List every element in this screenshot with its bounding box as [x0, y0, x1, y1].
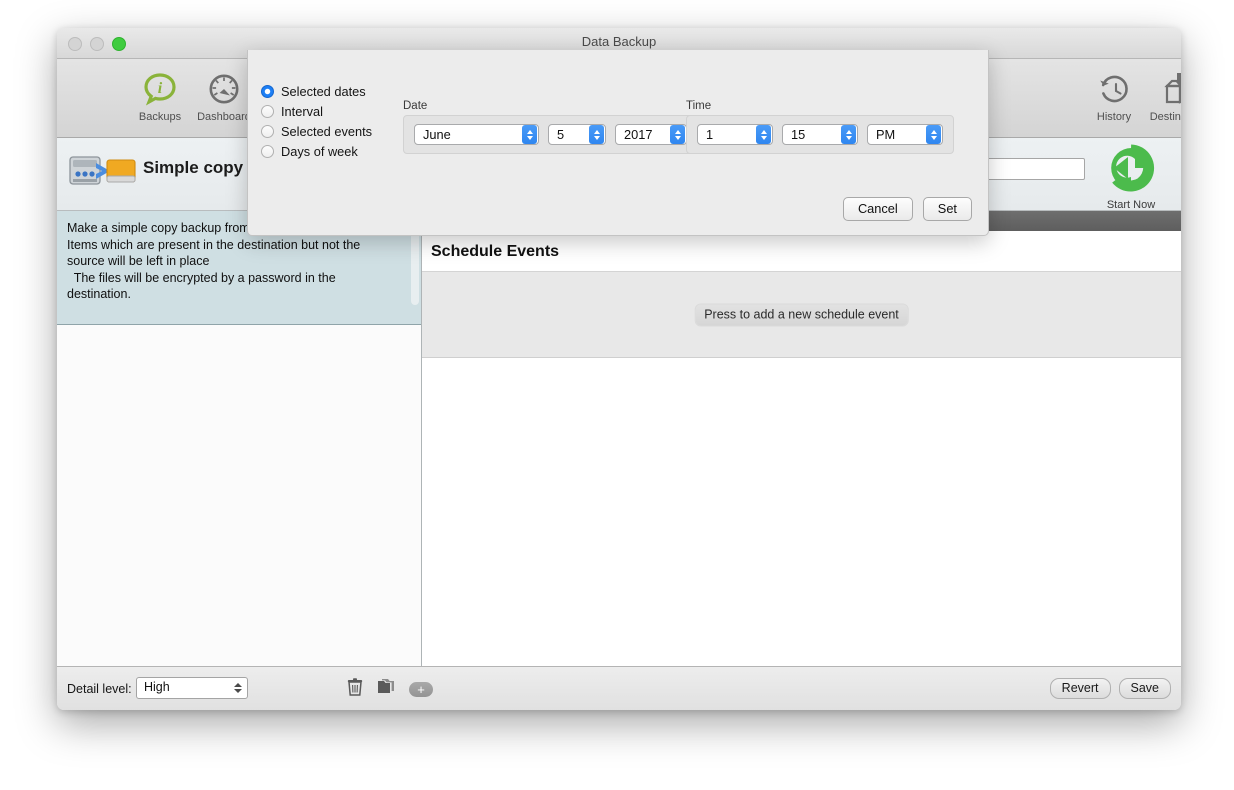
time-group-box: 1 15 PM — [686, 115, 954, 154]
save-button[interactable]: Save — [1119, 678, 1172, 699]
time-group-label: Time — [686, 100, 954, 112]
radio-label-selected-dates: Selected dates — [281, 84, 366, 99]
description-line-2: Items which are present in the destinati… — [67, 237, 409, 254]
hour-stepper[interactable]: 1 — [697, 124, 773, 145]
info-bubble-icon: i — [125, 69, 195, 109]
day-value: 5 — [549, 127, 589, 142]
right-panel: Source/Destination Rules Schedule Script… — [422, 211, 1181, 666]
meridiem-stepper-arrows[interactable] — [926, 125, 941, 144]
set-button[interactable]: Set — [923, 197, 972, 221]
backup-list-empty-area[interactable] — [57, 325, 421, 666]
sheet-action-buttons: Cancel Set — [843, 197, 972, 221]
schedule-event-sheet: Selected dates Interval Selected events … — [247, 50, 989, 236]
backup-title: Simple copy b — [143, 158, 258, 178]
left-panel: Make a simple copy backup from Untitled … — [57, 211, 422, 666]
schedule-type-radio-group: Selected dates Interval Selected events … — [261, 84, 372, 164]
screenshot-root: Data Backup i Backups — [0, 0, 1234, 790]
radio-label-interval: Interval — [281, 104, 323, 119]
start-now-label: Start Now — [1089, 199, 1173, 211]
toolbar-item-destinations[interactable]: Destinations — [1145, 69, 1181, 123]
schedule-events-list[interactable]: Press to add a new schedule event — [422, 271, 1181, 358]
detail-level-label: Detail level: — [67, 682, 132, 696]
description-line-4: The files will be encrypted by a passwor… — [67, 270, 409, 287]
date-group: Date June 5 2017 — [403, 100, 698, 154]
radio-button-icon[interactable] — [261, 125, 274, 138]
toolbar-item-destinations-label: Destinations — [1145, 111, 1181, 123]
duplicate-icon[interactable] — [377, 678, 395, 701]
toolbar-item-backups-label: Backups — [125, 111, 195, 123]
add-schedule-event-button[interactable]: Press to add a new schedule event — [695, 304, 908, 325]
month-stepper-arrows[interactable] — [522, 125, 537, 144]
disk-to-folder-icon — [69, 152, 137, 190]
radio-option-selected-events[interactable]: Selected events — [261, 124, 372, 139]
detail-level-value: High — [144, 680, 170, 694]
page-title: Schedule Events — [422, 231, 1181, 271]
radio-option-interval[interactable]: Interval — [261, 104, 372, 119]
time-group: Time 1 15 PM — [686, 100, 954, 154]
bottom-icon-row: + — [347, 678, 433, 701]
toolbar-item-history[interactable]: History — [1079, 69, 1149, 123]
description-line-3: source will be left in place — [67, 253, 409, 270]
date-group-label: Date — [403, 100, 698, 112]
toolbar-item-history-label: History — [1079, 111, 1149, 123]
hour-value: 1 — [698, 127, 756, 142]
month-value: June — [415, 127, 522, 142]
radio-option-days-of-week[interactable]: Days of week — [261, 144, 372, 159]
revert-button[interactable]: Revert — [1050, 678, 1111, 699]
year-stepper[interactable]: 2017 — [615, 124, 687, 145]
hour-stepper-arrows[interactable] — [756, 125, 771, 144]
radio-button-icon[interactable] — [261, 105, 274, 118]
window-title: Data Backup — [57, 34, 1181, 49]
bottom-toolbar: Detail level: High — [57, 666, 1181, 710]
start-now-button[interactable]: Start Now — [1089, 144, 1173, 211]
box-arrow-down-icon — [1145, 69, 1181, 109]
day-stepper-arrows[interactable] — [589, 125, 604, 144]
radio-option-selected-dates[interactable]: Selected dates — [261, 84, 372, 99]
trash-icon[interactable] — [347, 678, 363, 701]
cancel-button[interactable]: Cancel — [843, 197, 913, 221]
meridiem-value: PM — [868, 127, 926, 142]
detail-level-select[interactable]: High — [136, 677, 248, 699]
radio-button-icon[interactable] — [261, 85, 274, 98]
bottom-action-buttons: Revert Save — [1050, 678, 1171, 699]
window-body: Make a simple copy backup from Untitled … — [57, 211, 1181, 666]
chevron-updown-icon — [233, 680, 242, 696]
radio-button-icon[interactable] — [261, 145, 274, 158]
clock-history-icon — [1079, 69, 1149, 109]
green-circular-arrow-icon — [1089, 144, 1173, 197]
meridiem-stepper[interactable]: PM — [867, 124, 943, 145]
description-line-5: destination. — [67, 286, 409, 303]
minute-stepper-arrows[interactable] — [841, 125, 856, 144]
svg-text:i: i — [158, 80, 163, 97]
radio-label-days-of-week: Days of week — [281, 144, 358, 159]
minute-value: 15 — [783, 127, 841, 142]
year-stepper-arrows[interactable] — [670, 125, 685, 144]
date-group-box: June 5 2017 — [403, 115, 698, 154]
radio-label-selected-events: Selected events — [281, 124, 372, 139]
month-stepper[interactable]: June — [414, 124, 539, 145]
year-value: 2017 — [616, 127, 670, 142]
toolbar-item-backups[interactable]: i Backups — [125, 69, 195, 123]
minute-stepper[interactable]: 15 — [782, 124, 858, 145]
add-icon[interactable]: + — [409, 682, 433, 697]
day-stepper[interactable]: 5 — [548, 124, 606, 145]
